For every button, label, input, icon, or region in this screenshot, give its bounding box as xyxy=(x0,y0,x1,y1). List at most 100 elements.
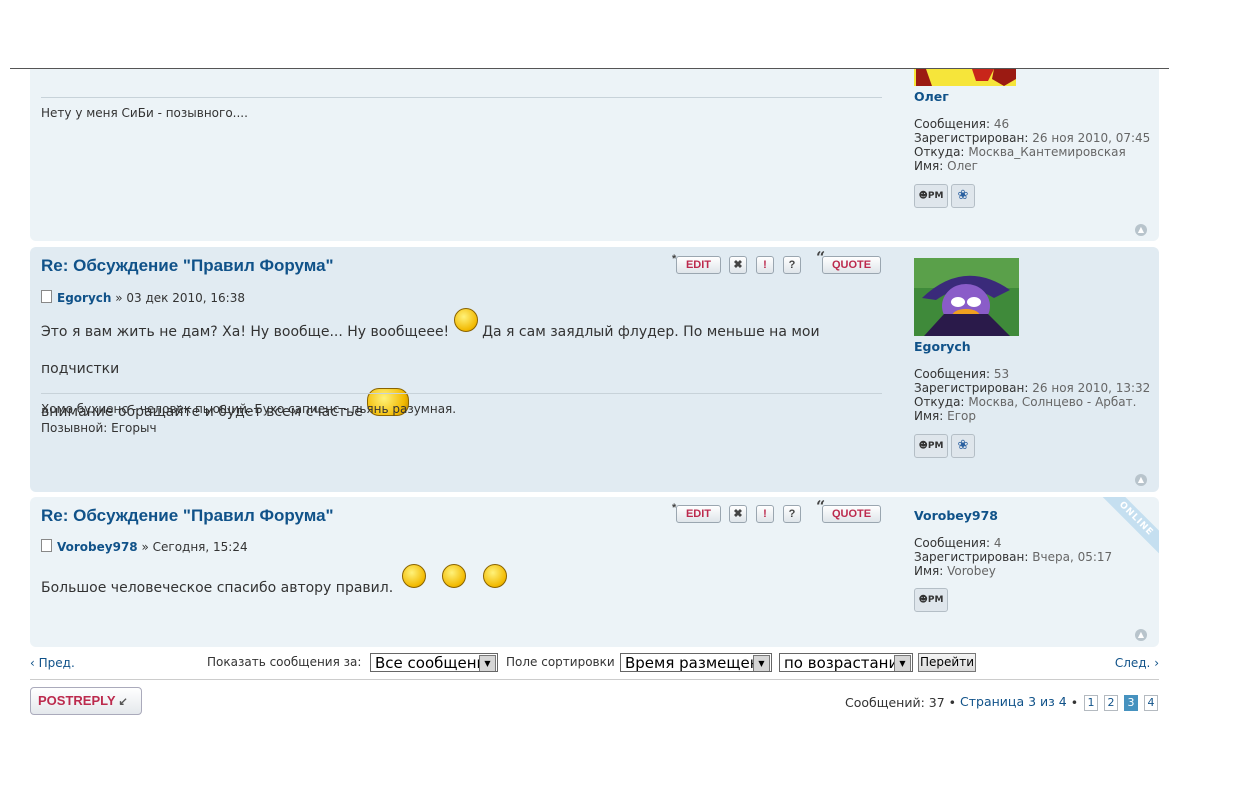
show-messages-select[interactable]: Все сообщени ▼ xyxy=(370,653,498,672)
messages-count: 4 xyxy=(993,536,1002,550)
messages-count: 46 xyxy=(993,117,1010,131)
icq-flower-icon: ❀ xyxy=(957,438,969,453)
registered-date: Вчера, 05:17 xyxy=(1032,550,1113,564)
profile-username[interactable]: Олег xyxy=(914,89,1154,104)
report-button[interactable]: ! xyxy=(756,256,774,274)
delete-button[interactable]: ✖ xyxy=(729,505,747,523)
prev-label: Пред. xyxy=(38,656,75,670)
post-buttons: * EDIT ✖ ! ? “QUOTE xyxy=(672,250,881,278)
sort-field-select[interactable]: Время размещен ▼ xyxy=(620,653,772,672)
warning-icon: ! xyxy=(763,259,767,271)
page-link[interactable]: 2 xyxy=(1104,694,1119,711)
post-signature: Нету у меня СиБи - позывного.... xyxy=(41,97,882,123)
post-oleg: Нету у меня СиБи - позывного.... Олег Со… xyxy=(30,69,1159,241)
name-label: Имя: xyxy=(914,159,944,173)
pm-label: PM xyxy=(927,191,944,201)
messages-label: Сообщения: xyxy=(914,536,991,550)
quote-button[interactable]: “QUOTE xyxy=(816,499,881,523)
back-to-top-icon[interactable]: ▲ xyxy=(1135,224,1147,236)
post-date: » 03 дек 2010, 16:38 xyxy=(115,291,245,305)
post-author-line: Egorych » 03 дек 2010, 16:38 xyxy=(41,290,245,305)
registered-date: 26 ноя 2010, 13:32 xyxy=(1032,381,1151,395)
page-jump-link[interactable]: Страница 3 из 4 xyxy=(960,694,1067,709)
page-link[interactable]: 4 xyxy=(1144,694,1158,711)
icq-button[interactable]: ❀ xyxy=(951,184,975,208)
edit-label: EDIT xyxy=(685,259,712,271)
pm-button[interactable]: ☻PM xyxy=(914,588,948,612)
profile-username[interactable]: Egorych xyxy=(914,339,1154,354)
messages-label: Сообщения: xyxy=(914,117,991,131)
grin-smiley-icon xyxy=(453,308,478,332)
post-icon[interactable] xyxy=(41,290,52,303)
question-icon: ? xyxy=(788,508,796,520)
reading-smiley-icon xyxy=(401,564,426,588)
from-label: Откуда: xyxy=(914,395,965,409)
profile-info: Сообщения: 53 Зарегистрирован: 26 ноя 20… xyxy=(914,367,1154,423)
order-select-value: по возрастани xyxy=(784,654,899,672)
avatar[interactable] xyxy=(914,69,1016,86)
messages-label: Сообщения: xyxy=(914,367,991,381)
quote-button[interactable]: “QUOTE xyxy=(816,250,881,274)
post-signature: Хомо бухиенс - человек пьющий. Бухо сапи… xyxy=(41,393,882,438)
chevron-down-icon: ▼ xyxy=(894,655,911,671)
name-value: Олег xyxy=(947,159,978,173)
post-author[interactable]: Egorych xyxy=(57,291,111,305)
post-content: Большое человеческое спасибо автору прав… xyxy=(41,564,882,607)
page-link[interactable]: 1 xyxy=(1084,694,1099,711)
chevron-right-icon: › xyxy=(1154,656,1159,670)
show-label: Показать сообщения за: xyxy=(207,655,362,669)
pm-button[interactable]: ☻PM xyxy=(914,434,948,458)
post-profile: Egorych Сообщения: 53 Зарегистрирован: 2… xyxy=(914,258,1154,458)
signature-line: Позывной: Егорыч xyxy=(41,421,157,435)
go-button[interactable]: Перейти xyxy=(918,653,976,672)
registered-label: Зарегистрирован: xyxy=(914,550,1029,564)
reading-smiley-icon xyxy=(442,564,467,588)
post-profile: Олег Сообщения: 46 Зарегистрирован: 26 н… xyxy=(914,69,1154,208)
signature-line: Нету у меня СиБи - позывного.... xyxy=(41,106,248,120)
question-icon: ? xyxy=(788,259,796,271)
post-egorych: Re: Обсуждение "Правил Форума" Egorych »… xyxy=(30,247,1159,492)
edit-label: EDIT xyxy=(685,508,712,520)
info-button[interactable]: ? xyxy=(783,256,801,274)
warning-icon: ! xyxy=(763,508,767,520)
x-icon: ✖ xyxy=(733,259,743,271)
bullet-separator: • xyxy=(1070,695,1079,710)
report-button[interactable]: ! xyxy=(756,505,774,523)
next-label: След. xyxy=(1114,656,1151,670)
profile-info: Сообщения: 46 Зарегистрирован: 26 ноя 20… xyxy=(914,117,1154,173)
post-reply-label: POSTREPLY xyxy=(38,693,116,708)
bullet-separator: • xyxy=(948,695,957,710)
pm-button[interactable]: ☻PM xyxy=(914,184,948,208)
avatar[interactable] xyxy=(914,258,1019,336)
show-select-value: Все сообщени xyxy=(375,654,487,672)
user-icon: ☻ xyxy=(918,191,928,201)
post-text: Это я вам жить не дам? Ха! Ну вообще... … xyxy=(41,324,450,340)
back-to-top-icon[interactable]: ▲ xyxy=(1135,629,1147,641)
sort-label: Поле сортировки xyxy=(506,655,615,669)
info-button[interactable]: ? xyxy=(783,505,801,523)
prev-link[interactable]: ‹ Пред. xyxy=(30,656,75,670)
pagination: Сообщений: 37 • Страница 3 из 4 • 1 2 3 … xyxy=(844,694,1158,711)
pm-label: PM xyxy=(927,595,944,605)
profile-username[interactable]: Vorobey978 xyxy=(914,508,1154,523)
edit-button[interactable]: * EDIT xyxy=(672,502,721,523)
name-label: Имя: xyxy=(914,564,944,578)
back-to-top-icon[interactable]: ▲ xyxy=(1135,474,1147,486)
sort-order-select[interactable]: по возрастани ▼ xyxy=(779,653,913,672)
post-author[interactable]: Vorobey978 xyxy=(57,540,138,554)
chevron-down-icon: ▼ xyxy=(753,655,770,671)
post-title[interactable]: Re: Обсуждение "Правил Форума" xyxy=(41,256,334,276)
post-title[interactable]: Re: Обсуждение "Правил Форума" xyxy=(41,506,334,526)
chevron-down-icon: ▼ xyxy=(479,655,496,671)
post-icon[interactable] xyxy=(41,539,52,552)
post-reply-button[interactable]: POSTREPLY ↙ xyxy=(30,687,142,715)
signature-line: Хомо бухиенс - человек пьющий. Бухо сапи… xyxy=(41,402,457,416)
messages-count-text: Сообщений: 37 xyxy=(844,695,945,710)
reading-smiley-icon xyxy=(482,564,507,588)
delete-button[interactable]: ✖ xyxy=(729,256,747,274)
name-value: Егор xyxy=(947,409,976,423)
from-value: Москва, Солнцево - Арбат. xyxy=(968,395,1137,409)
next-link[interactable]: След. › xyxy=(1115,656,1159,670)
icq-button[interactable]: ❀ xyxy=(951,434,975,458)
edit-button[interactable]: * EDIT xyxy=(672,253,721,274)
